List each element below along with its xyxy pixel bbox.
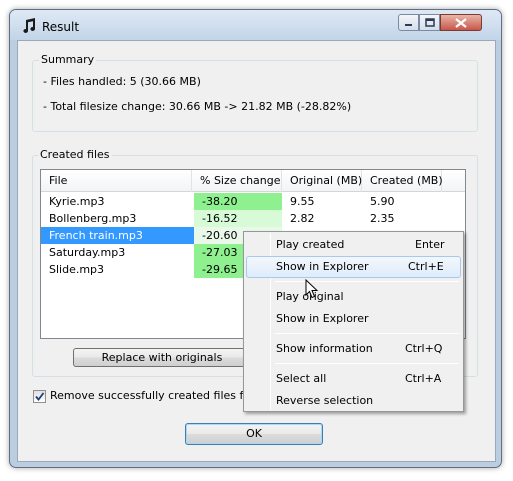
menu-item-label: Reverse selection [276, 394, 374, 407]
music-note-icon [23, 18, 35, 33]
menu-separator [275, 363, 459, 364]
file-name-cell: French train.mp3 [41, 227, 194, 244]
minimize-icon [405, 24, 412, 26]
ok-button[interactable]: OK [185, 423, 323, 445]
menu-item-show-original-in-explorer[interactable]: Show in Explorer [246, 308, 461, 330]
menu-separator [275, 281, 459, 282]
file-name-cell: Bollenberg.mp3 [49, 212, 137, 225]
close-icon [455, 17, 467, 28]
summary-legend: Summary [39, 53, 97, 66]
menu-item-reverse-selection[interactable]: Reverse selection [246, 390, 461, 412]
file-name-cell: Slide.mp3 [49, 263, 105, 276]
files-handled-text: - Files handled: 5 (30.66 MB) [43, 75, 201, 88]
summary-group [32, 60, 478, 132]
menu-item-play-created[interactable]: Play created Enter [246, 234, 461, 256]
maximize-icon [424, 18, 435, 27]
menu-item-show-created-in-explorer[interactable]: Show in Explorer Ctrl+E [246, 256, 461, 278]
file-name-cell: Kyrie.mp3 [49, 195, 105, 208]
column-header-size-change[interactable]: % Size change [192, 170, 282, 192]
window-title: Result [42, 20, 80, 34]
table-row[interactable]: Kyrie.mp3 -38.20 9.55 5.90 [41, 193, 465, 210]
original-size-cell: 2.82 [290, 212, 315, 225]
column-header-original[interactable]: Original (MB) [282, 170, 362, 192]
original-size-cell: 9.55 [290, 195, 315, 208]
menu-item-label: Show in Explorer [276, 312, 369, 325]
size-change-cell: -38.20 [194, 193, 282, 210]
remove-files-checkbox[interactable] [33, 390, 46, 403]
menu-item-shortcut: Ctrl+E [408, 260, 444, 273]
replace-with-originals-button[interactable]: Replace with originals [73, 348, 251, 367]
table-row[interactable]: Bollenberg.mp3 -16.52 2.82 2.35 [41, 210, 465, 227]
total-change-text: - Total filesize change: 30.66 MB -> 21.… [43, 100, 352, 113]
created-size-cell: 2.35 [370, 212, 395, 225]
maximize-button[interactable] [419, 14, 440, 31]
menu-item-label: Play created [276, 238, 345, 251]
created-size-cell: 5.90 [370, 195, 395, 208]
menu-item-label: Show in Explorer [276, 260, 369, 273]
checkmark-icon [35, 392, 45, 401]
created-files-legend: Created files [38, 148, 112, 161]
file-name-cell: Saturday.mp3 [49, 246, 126, 259]
menu-item-label: Select all [276, 372, 327, 385]
menu-item-shortcut: Ctrl+A [405, 372, 442, 385]
menu-separator [275, 333, 459, 334]
menu-item-label: Show information [276, 342, 373, 355]
minimize-button[interactable] [398, 14, 419, 31]
menu-item-show-information[interactable]: Show information Ctrl+Q [246, 338, 461, 360]
menu-item-select-all[interactable]: Select all Ctrl+A [246, 368, 461, 390]
menu-item-shortcut: Ctrl+Q [405, 342, 443, 355]
column-header-file[interactable]: File [41, 170, 192, 192]
close-button[interactable] [440, 14, 482, 31]
size-change-cell: -16.52 [194, 210, 282, 227]
column-header-created[interactable]: Created (MB) [362, 170, 443, 192]
mouse-cursor-icon [305, 279, 319, 299]
menu-item-shortcut: Enter [415, 238, 445, 251]
menu-item-play-original[interactable]: Play original [246, 286, 461, 308]
